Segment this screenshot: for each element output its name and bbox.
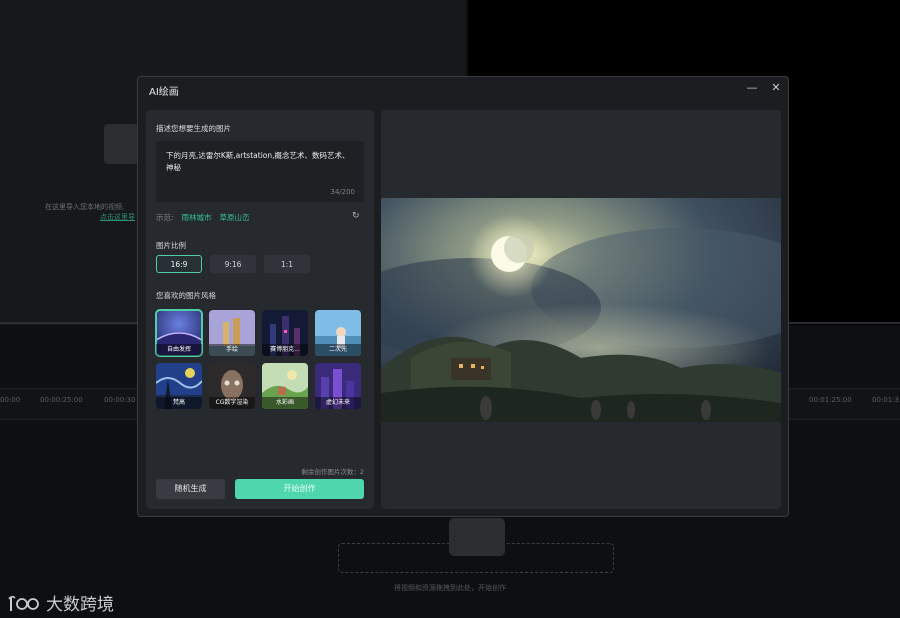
style-free[interactable]: 自由发挥 bbox=[155, 309, 203, 357]
style-unreal-future-label: 虚幻未来 bbox=[315, 397, 361, 409]
style-label: 您喜欢的图片风格 bbox=[156, 291, 216, 300]
example-chip-grassland-mountains[interactable]: 草原山峦 bbox=[220, 212, 250, 223]
ratio-16-9-button[interactable]: 16:9 bbox=[156, 255, 202, 273]
style-cg-render[interactable]: CG数字渲染 bbox=[209, 363, 255, 409]
prompt-text: 下的月亮,达雷尔K斯,artstation,概念艺术、数码艺术、神秘 bbox=[166, 151, 350, 172]
close-icon[interactable]: ✕ bbox=[770, 80, 782, 96]
watermark-text: 大数跨境 bbox=[46, 595, 114, 615]
timeline-label: 00:00 bbox=[0, 396, 21, 404]
ratio-selector: 16:9 9:16 1:1 bbox=[156, 255, 310, 273]
ai-painting-dialog: AI绘画 — ✕ 描述您想要生成的图片 下的月亮,达雷尔K斯,artstatio… bbox=[137, 76, 789, 517]
remaining-count: 剩余创作图片次数：2 bbox=[301, 468, 364, 476]
prompt-char-count: 34/200 bbox=[330, 188, 355, 196]
background-import-hint: 在这里导入您本地的视频, bbox=[45, 203, 125, 211]
style-van-gogh[interactable]: 梵高 bbox=[156, 363, 202, 409]
prompt-input[interactable]: 下的月亮,达雷尔K斯,artstation,概念艺术、数码艺术、神秘 34/20… bbox=[156, 141, 364, 202]
dialog-title: AI绘画 bbox=[149, 87, 179, 98]
style-cyberpunk-label: 赛博朋克... bbox=[262, 344, 308, 356]
example-prompts: 示范: 雨林城市 草原山峦 bbox=[156, 212, 250, 223]
style-watercolor-label: 水彩画 bbox=[262, 397, 308, 409]
watermark: 大数跨境 bbox=[8, 590, 114, 615]
timeline-label: 00:00:25:00 bbox=[40, 396, 83, 404]
style-cyberpunk[interactable]: 赛博朋克... bbox=[262, 310, 308, 356]
background-media-icon bbox=[104, 124, 138, 164]
minimize-icon[interactable]: — bbox=[746, 80, 758, 96]
ratio-9-16-button[interactable]: 9:16 bbox=[210, 255, 256, 273]
style-cg-render-label: CG数字渲染 bbox=[209, 397, 255, 409]
style-anime[interactable]: 二次元 bbox=[315, 310, 361, 356]
style-free-label: 自由发挥 bbox=[156, 344, 202, 356]
style-handdrawn[interactable]: 手绘 bbox=[209, 310, 255, 356]
settings-panel: 描述您想要生成的图片 下的月亮,达雷尔K斯,artstation,概念艺术、数码… bbox=[146, 110, 374, 509]
style-watercolor[interactable]: 水彩画 bbox=[262, 363, 308, 409]
background-drop-hint: 将视频和资源拖拽到此处，开始创作 bbox=[394, 584, 506, 592]
timeline-label: 00:01:25:00 bbox=[809, 396, 852, 404]
describe-label: 描述您想要生成的图片 bbox=[156, 124, 231, 133]
background-import-link[interactable]: 点击这里导 bbox=[100, 212, 135, 222]
style-anime-label: 二次元 bbox=[315, 344, 361, 356]
generated-image bbox=[381, 198, 781, 422]
timeline-label: 00:01:3 bbox=[872, 396, 899, 404]
style-van-gogh-label: 梵高 bbox=[156, 397, 202, 409]
random-generate-button[interactable]: 随机生成 bbox=[156, 479, 225, 499]
watermark-logo-icon bbox=[8, 595, 39, 611]
ratio-1-1-button[interactable]: 1:1 bbox=[264, 255, 310, 273]
examples-label: 示范: bbox=[156, 213, 174, 222]
preview-panel bbox=[381, 110, 781, 509]
style-handdrawn-label: 手绘 bbox=[209, 344, 255, 356]
start-create-button[interactable]: 开始创作 bbox=[235, 479, 364, 499]
refresh-icon[interactable]: ↻ bbox=[352, 211, 362, 221]
example-chip-rainforest-city[interactable]: 雨林城市 bbox=[182, 212, 212, 223]
background-drop-icon bbox=[449, 518, 505, 556]
style-unreal-future[interactable]: 虚幻未来 bbox=[315, 363, 361, 409]
ratio-label: 图片比例 bbox=[156, 241, 186, 250]
timeline-label: 00:00:30 bbox=[104, 396, 136, 404]
style-grid: 自由发挥 手绘 赛博朋克... 二次元 梵高 CG数字渲染 水彩画 虚幻未来 bbox=[155, 309, 366, 409]
